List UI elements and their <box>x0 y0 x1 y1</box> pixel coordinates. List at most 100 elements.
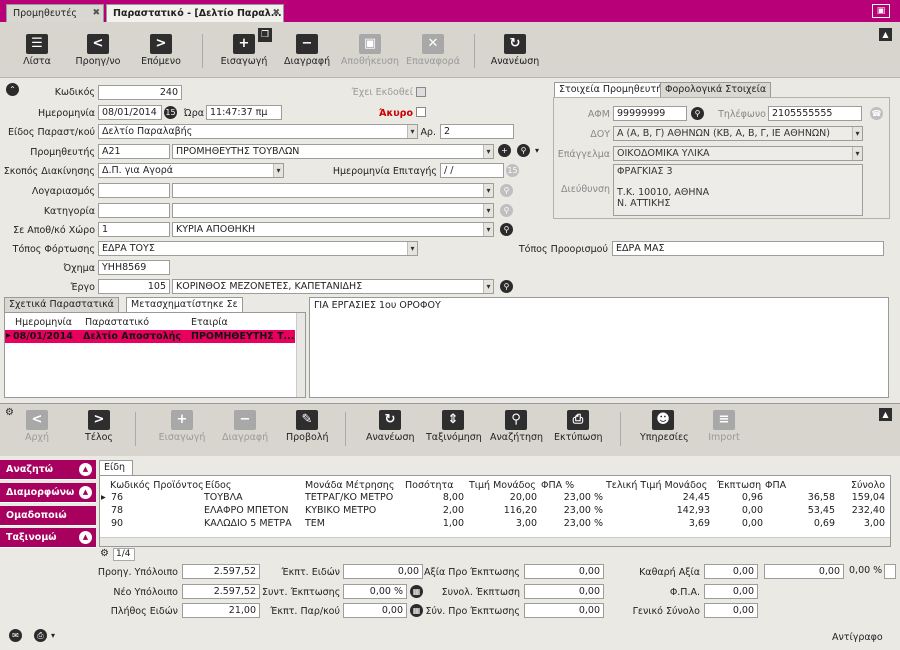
table-row[interactable]: 78 ΕΛΑΦΡΟ ΜΠΕΤΟΝ ΚΥΒΙΚΟ ΜΕΤΡΟ 2,00 116,2… <box>101 505 886 518</box>
value-before-field[interactable]: 0,00 <box>524 564 604 579</box>
warehouse-code-field[interactable]: 1 <box>98 222 170 237</box>
search-icon[interactable]: ⚲ <box>500 280 513 293</box>
add-supplier-icon[interactable]: + <box>498 144 511 157</box>
import-button[interactable]: ≡ Import <box>706 406 742 443</box>
save-button[interactable]: ▣ Αποθήκευση <box>340 30 400 67</box>
category-select[interactable] <box>172 203 494 218</box>
next-button[interactable]: > Επόμενο <box>138 30 184 67</box>
print-menu-icon[interactable]: ⎙ <box>34 629 47 642</box>
delete-button[interactable]: − Διαγραφή <box>284 30 330 67</box>
restore-button[interactable]: ✕ Επαναφορά <box>406 30 460 67</box>
gear-icon[interactable]: ⚙ <box>5 407 14 418</box>
prev-balance-field[interactable]: 2.597,52 <box>182 564 260 579</box>
item-discount-field[interactable]: 0,00 <box>343 564 423 579</box>
services-button[interactable]: ☻ Υπηρεσίες <box>640 406 689 443</box>
search-button[interactable]: ⚲ Αναζήτηση <box>490 406 543 443</box>
void-checkbox[interactable] <box>416 107 426 117</box>
collapse-icon[interactable]: ▲ <box>879 408 892 421</box>
table-row[interactable]: ▸ 08/01/2014 Δελτίο Αποστολής ΠΡΟΜΗΘΕΥΤΗ… <box>5 330 295 343</box>
delete-item-button[interactable]: − Διαγραφή <box>222 406 268 443</box>
date-field[interactable]: 08/01/2014 <box>98 105 162 120</box>
dropdown-arrow-icon[interactable]: ▾ <box>51 631 55 640</box>
refresh-items-button[interactable]: ↻ Ανανέωση <box>366 406 415 443</box>
table-row[interactable]: 90 ΚΑΛΩΔΙΟ 5 ΜΕΤΡΑ ΤΕΜ 1,00 3,00 23,00 %… <box>101 518 886 531</box>
doc-discount-field[interactable]: 0,00 <box>343 603 407 618</box>
doy-select[interactable]: Α (Α, Β, Γ) ΑΘΗΝΩΝ (ΚΒ, Α, Β, Γ, ΙΕ ΑΘΗΝ… <box>613 126 863 141</box>
phone-icon[interactable]: ☎ <box>870 107 883 120</box>
afm-field[interactable]: 99999999 <box>613 106 687 121</box>
horizontal-scrollbar[interactable] <box>100 537 890 546</box>
calendar-icon[interactable]: 15 <box>164 106 177 119</box>
extra-small-field[interactable] <box>884 564 896 579</box>
supplier-select[interactable]: ΠΡΟΜΗΘΕΥΤΗΣ ΤΟΥΒΛΩΝ <box>172 144 494 159</box>
sum-before-field[interactable]: 0,00 <box>524 603 604 618</box>
tab-items[interactable]: Είδη <box>99 460 133 475</box>
tab-document[interactable]: Παραστατικό - [Δελτίο Παραλ... ✖ <box>106 4 284 22</box>
extra-field[interactable]: 0,00 <box>764 564 844 579</box>
supplier-code-field[interactable]: Α21 <box>98 144 170 159</box>
tab-transformed-to[interactable]: Μετασχηματίστηκε Σε <box>126 297 243 312</box>
sort-button[interactable]: ⇕ Ταξινόμηση <box>426 406 482 443</box>
load-select[interactable]: ΕΔΡΑ ΤΟΥΣ <box>98 241 418 256</box>
print-button[interactable]: ⎙ Εκτύπωση <box>554 406 603 443</box>
project-code-field[interactable]: 105 <box>98 279 170 294</box>
total-discount-field[interactable]: 0,00 <box>524 584 604 599</box>
category-code-field[interactable] <box>98 203 170 218</box>
dest-field[interactable]: ΕΔΡΑ ΜΑΣ <box>612 241 884 256</box>
view-button[interactable]: ✎ Προβολή <box>286 406 329 443</box>
search-icon[interactable]: ⚲ <box>500 184 513 197</box>
tab-suppliers[interactable]: Προμηθευτές ✖ <box>6 4 104 22</box>
gear-icon[interactable]: ⚙ <box>100 548 109 559</box>
copy-icon[interactable]: ❐ <box>258 28 272 42</box>
prev-button[interactable]: < Προηγ/νο <box>72 30 124 67</box>
search-icon[interactable]: ⚲ <box>517 144 530 157</box>
purpose-select[interactable]: Δ.Π. για Αγορά <box>98 163 284 178</box>
tab-tax-info[interactable]: Φορολογικά Στοιχεία <box>660 82 772 97</box>
close-icon[interactable]: ✖ <box>272 8 280 18</box>
scrollbar[interactable] <box>296 313 305 397</box>
phone-field[interactable]: 2105555555 <box>768 106 862 121</box>
calendar-icon[interactable]: 15 <box>506 164 519 177</box>
mail-icon[interactable]: ✉ <box>9 629 22 642</box>
table-row[interactable]: ▸ 76 ΤΟΥΒΛΑ ΤΕΤΡΑΓ/ΚΟ ΜΕΤΡΟ 8,00 20,00 2… <box>101 492 886 505</box>
side-group-button[interactable]: Ομαδοποιώ <box>0 506 96 526</box>
doctype-select[interactable]: Δελτίο Παραλαβής <box>98 124 418 139</box>
last-button[interactable]: > Τέλος <box>84 406 114 443</box>
side-search-button[interactable]: Αναζητώ ▲ <box>0 460 96 480</box>
refresh-button[interactable]: ↻ Ανανέωση <box>490 30 540 67</box>
job-select[interactable]: ΟΙΚΟΔΟΜΙΚΑ ΥΛΙΚΑ <box>613 146 863 161</box>
window-menu-icon[interactable]: ▣ <box>872 4 890 18</box>
side-format-button[interactable]: Διαμορφώνω ▲ <box>0 483 96 503</box>
account-code-field[interactable] <box>98 183 170 198</box>
time-field[interactable]: 11:47:37 πμ <box>206 105 282 120</box>
cell: 232,40 <box>851 505 885 516</box>
tab-supplier-info[interactable]: Στοιχεία Προμηθευτή <box>554 82 668 97</box>
vat-field[interactable]: 0,00 <box>704 584 758 599</box>
count-field[interactable]: 21,00 <box>182 603 260 618</box>
check-date-field[interactable]: / / <box>440 163 504 178</box>
address-field[interactable]: ΦΡΑΓΚΙΑΣ 3 Τ.Κ. 10010, ΑΘΗΝΑ Ν. ΑΤΤΙΚΗΣ <box>613 164 863 216</box>
code-field[interactable]: 240 <box>98 85 182 100</box>
grand-total-field[interactable]: 0,00 <box>704 603 758 618</box>
search-icon[interactable]: ⚲ <box>500 204 513 217</box>
issued-checkbox[interactable] <box>416 87 426 97</box>
notes-field[interactable]: ΓΙΑ ΕΡΓΑΣΙΕΣ 1ου ΟΡΟΦΟΥ <box>309 297 889 398</box>
tab-related-docs[interactable]: Σχετικά Παραστατικά <box>4 297 119 312</box>
collapse-icon[interactable]: ▲ <box>879 28 892 41</box>
project-select[interactable]: ΚΟΡΙΝΘΟΣ ΜΕΖΟΝΕΤΕΣ, ΚΑΠΕΤΑΝΙΔΗΣ <box>172 279 494 294</box>
comp-discount-field[interactable]: 0,00 % <box>343 584 407 599</box>
vehicle-field[interactable]: ΥΗΗ8569 <box>98 260 170 275</box>
search-icon[interactable]: ⚲ <box>691 107 704 120</box>
list-button[interactable]: ☰ Λίστα <box>22 30 52 67</box>
num-field[interactable]: 2 <box>440 124 514 139</box>
account-select[interactable] <box>172 183 494 198</box>
search-icon[interactable]: ⚲ <box>500 223 513 236</box>
first-button[interactable]: < Αρχή <box>22 406 52 443</box>
warehouse-select[interactable]: ΚΥΡΙΑ ΑΠΟΘΗΚΗ <box>172 222 494 237</box>
dropdown-arrow-icon[interactable]: ▾ <box>535 146 539 155</box>
close-icon[interactable]: ✖ <box>92 8 100 18</box>
new-balance-field[interactable]: 2.597,52 <box>182 584 260 599</box>
side-sort-button[interactable]: Ταξινομώ ▲ <box>0 528 96 548</box>
net-value-field[interactable]: 0,00 <box>704 564 758 579</box>
add-item-button[interactable]: + Εισαγωγή <box>158 406 206 443</box>
